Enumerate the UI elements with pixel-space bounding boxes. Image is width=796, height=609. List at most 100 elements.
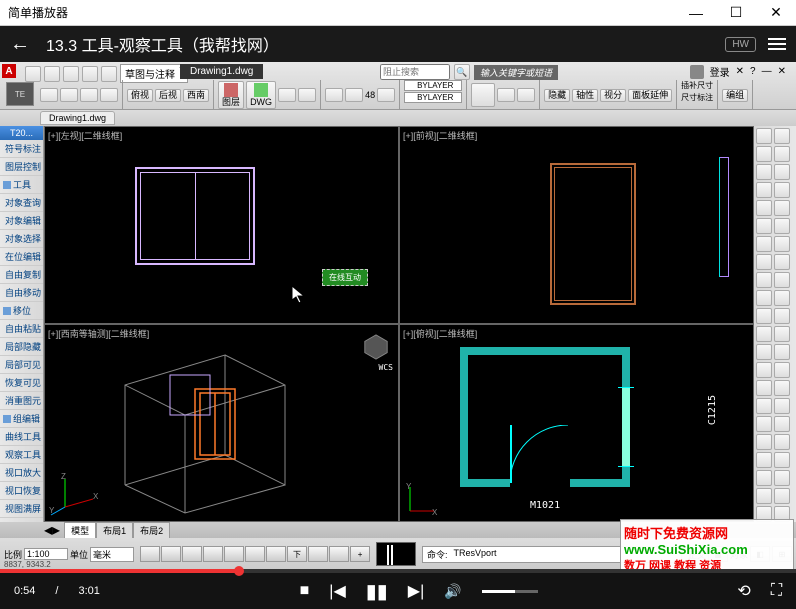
select-icon[interactable] [471, 83, 495, 107]
palette-item[interactable]: 对象编辑 [0, 212, 43, 230]
menu-button[interactable] [768, 38, 786, 50]
tool-icon[interactable] [774, 254, 790, 270]
tool-icon[interactable] [100, 88, 118, 102]
palette-item[interactable]: 自由粘贴 [0, 320, 43, 338]
layout1-tab[interactable]: 布局1 [96, 522, 133, 539]
status-toggle[interactable] [245, 546, 265, 562]
palette-item[interactable]: 观察工具 [0, 446, 43, 464]
tool-icon[interactable] [756, 236, 772, 252]
progress-bar[interactable] [0, 569, 796, 573]
overlay-button[interactable]: 在线互动 [322, 269, 368, 286]
tool-icon[interactable] [774, 344, 790, 360]
palette-item[interactable]: 自由复制 [0, 266, 43, 284]
loop-button[interactable]: ⟲ [737, 581, 750, 601]
ribbon-close-icon[interactable]: ✕ [778, 66, 786, 77]
viewport-label[interactable]: [+][俯视][二维线框] [403, 327, 477, 340]
tool-icon[interactable] [774, 128, 790, 144]
drawing-tab[interactable]: Drawing1.dwg [40, 111, 115, 125]
tool-icon[interactable] [80, 88, 98, 102]
palette-item[interactable]: 对象查询 [0, 194, 43, 212]
dim-label[interactable]: 插补尺寸 [681, 80, 713, 91]
palette-item[interactable]: 消重图元 [0, 392, 43, 410]
tool-icon[interactable] [756, 218, 772, 234]
tool-icon[interactable] [774, 434, 790, 450]
user-icon[interactable] [690, 65, 704, 79]
palette-item[interactable]: 视图存盘 [0, 518, 43, 522]
tool-icon[interactable] [774, 362, 790, 378]
tool-icon[interactable] [756, 272, 772, 288]
tool-icon[interactable] [756, 164, 772, 180]
viewport-left[interactable]: [+][左视][二维线框] 在线互动 [45, 127, 398, 323]
viewport-front[interactable]: [+][前视][二维线框] [400, 127, 753, 323]
viewport-sw-iso[interactable]: [+][西南等轴测][二维线框] WCS [45, 325, 398, 521]
tool-icon[interactable] [756, 452, 772, 468]
tool-icon[interactable] [756, 380, 772, 396]
tool-icon[interactable] [345, 88, 363, 102]
quickfind-input[interactable] [380, 64, 450, 80]
next-button[interactable]: ▶| [408, 581, 424, 601]
tool-icon[interactable] [774, 146, 790, 162]
viewport-label[interactable]: [+][西南等轴测][二维线框] [48, 327, 149, 340]
search-hint[interactable]: 输入关键字或短语 [474, 65, 558, 80]
palette-item[interactable]: 曲线工具 [0, 428, 43, 446]
color-bylayer-dropdown[interactable]: BYLAYER [404, 80, 462, 91]
ribbon-minimize-icon[interactable]: — [762, 66, 772, 77]
status-toggle[interactable] [182, 546, 202, 562]
palette-item[interactable]: 自由移动 [0, 284, 43, 302]
tool-icon[interactable] [756, 146, 772, 162]
layout2-tab[interactable]: 布局2 [133, 522, 170, 539]
status-toggle[interactable] [266, 546, 286, 562]
tool-icon[interactable] [774, 398, 790, 414]
tool-icon[interactable] [774, 218, 790, 234]
status-toggle[interactable] [308, 546, 328, 562]
volume-icon[interactable]: 🔊 [444, 583, 461, 600]
palette-item[interactable]: 移位 [0, 302, 43, 320]
palette-item[interactable]: 对象选择 [0, 230, 43, 248]
axis-button[interactable]: 轴性 [572, 89, 598, 102]
status-toggle[interactable]: + [350, 546, 370, 562]
palette-item[interactable]: 组编辑 [0, 410, 43, 428]
layer-button[interactable]: 图层 [218, 81, 244, 109]
view-back-button[interactable]: 后视 [155, 89, 181, 102]
tool-icon[interactable] [774, 380, 790, 396]
palette-item[interactable]: 视图满屏 [0, 500, 43, 518]
tool-icon[interactable] [774, 452, 790, 468]
login-label[interactable]: 登录 [710, 64, 730, 79]
minimize-button[interactable]: — [676, 0, 716, 26]
hide-button[interactable]: 隐藏 [544, 89, 570, 102]
tool-icon[interactable] [756, 344, 772, 360]
tool-icon[interactable] [756, 326, 772, 342]
palette-item[interactable]: 视口恢复 [0, 482, 43, 500]
tool-icon[interactable] [756, 488, 772, 504]
tool-icon[interactable] [756, 182, 772, 198]
back-button[interactable]: ← [10, 33, 30, 56]
nav-thumbnail[interactable] [376, 542, 416, 566]
palette-item[interactable]: 工具 [0, 176, 43, 194]
viewport-label[interactable]: [+][左视][二维线框] [48, 129, 122, 142]
fullscreen-button[interactable]: ⛶ [771, 582, 782, 600]
status-toggle[interactable] [329, 546, 349, 562]
help-icon[interactable]: ? [750, 66, 756, 77]
palette-item[interactable]: 局部可见 [0, 356, 43, 374]
tool-icon[interactable] [774, 272, 790, 288]
tool-icon[interactable] [774, 308, 790, 324]
tool-icon[interactable] [756, 200, 772, 216]
viewport-top[interactable]: [+][俯视][二维线框] M1021 C1215 [400, 325, 753, 521]
palette-item[interactable]: 视口放大 [0, 464, 43, 482]
tool-icon[interactable] [497, 88, 515, 102]
maximize-button[interactable]: ☐ [716, 0, 756, 26]
tool-icon[interactable] [298, 88, 316, 102]
status-toggle[interactable] [161, 546, 181, 562]
view-top-button[interactable]: 俯视 [127, 89, 153, 102]
palette-item[interactable]: 恢复可见 [0, 374, 43, 392]
tool-icon[interactable] [756, 128, 772, 144]
tool-icon[interactable] [774, 290, 790, 306]
dim-label[interactable]: 尺寸标注 [681, 92, 713, 103]
tool-icon[interactable] [756, 470, 772, 486]
close-button[interactable]: ✕ [756, 0, 796, 26]
search-icon[interactable]: 🔍 [454, 64, 470, 80]
tool-icon[interactable] [278, 88, 296, 102]
tool-icon[interactable] [756, 362, 772, 378]
tool-icon[interactable] [377, 88, 395, 102]
viewcube-icon[interactable] [362, 333, 390, 361]
